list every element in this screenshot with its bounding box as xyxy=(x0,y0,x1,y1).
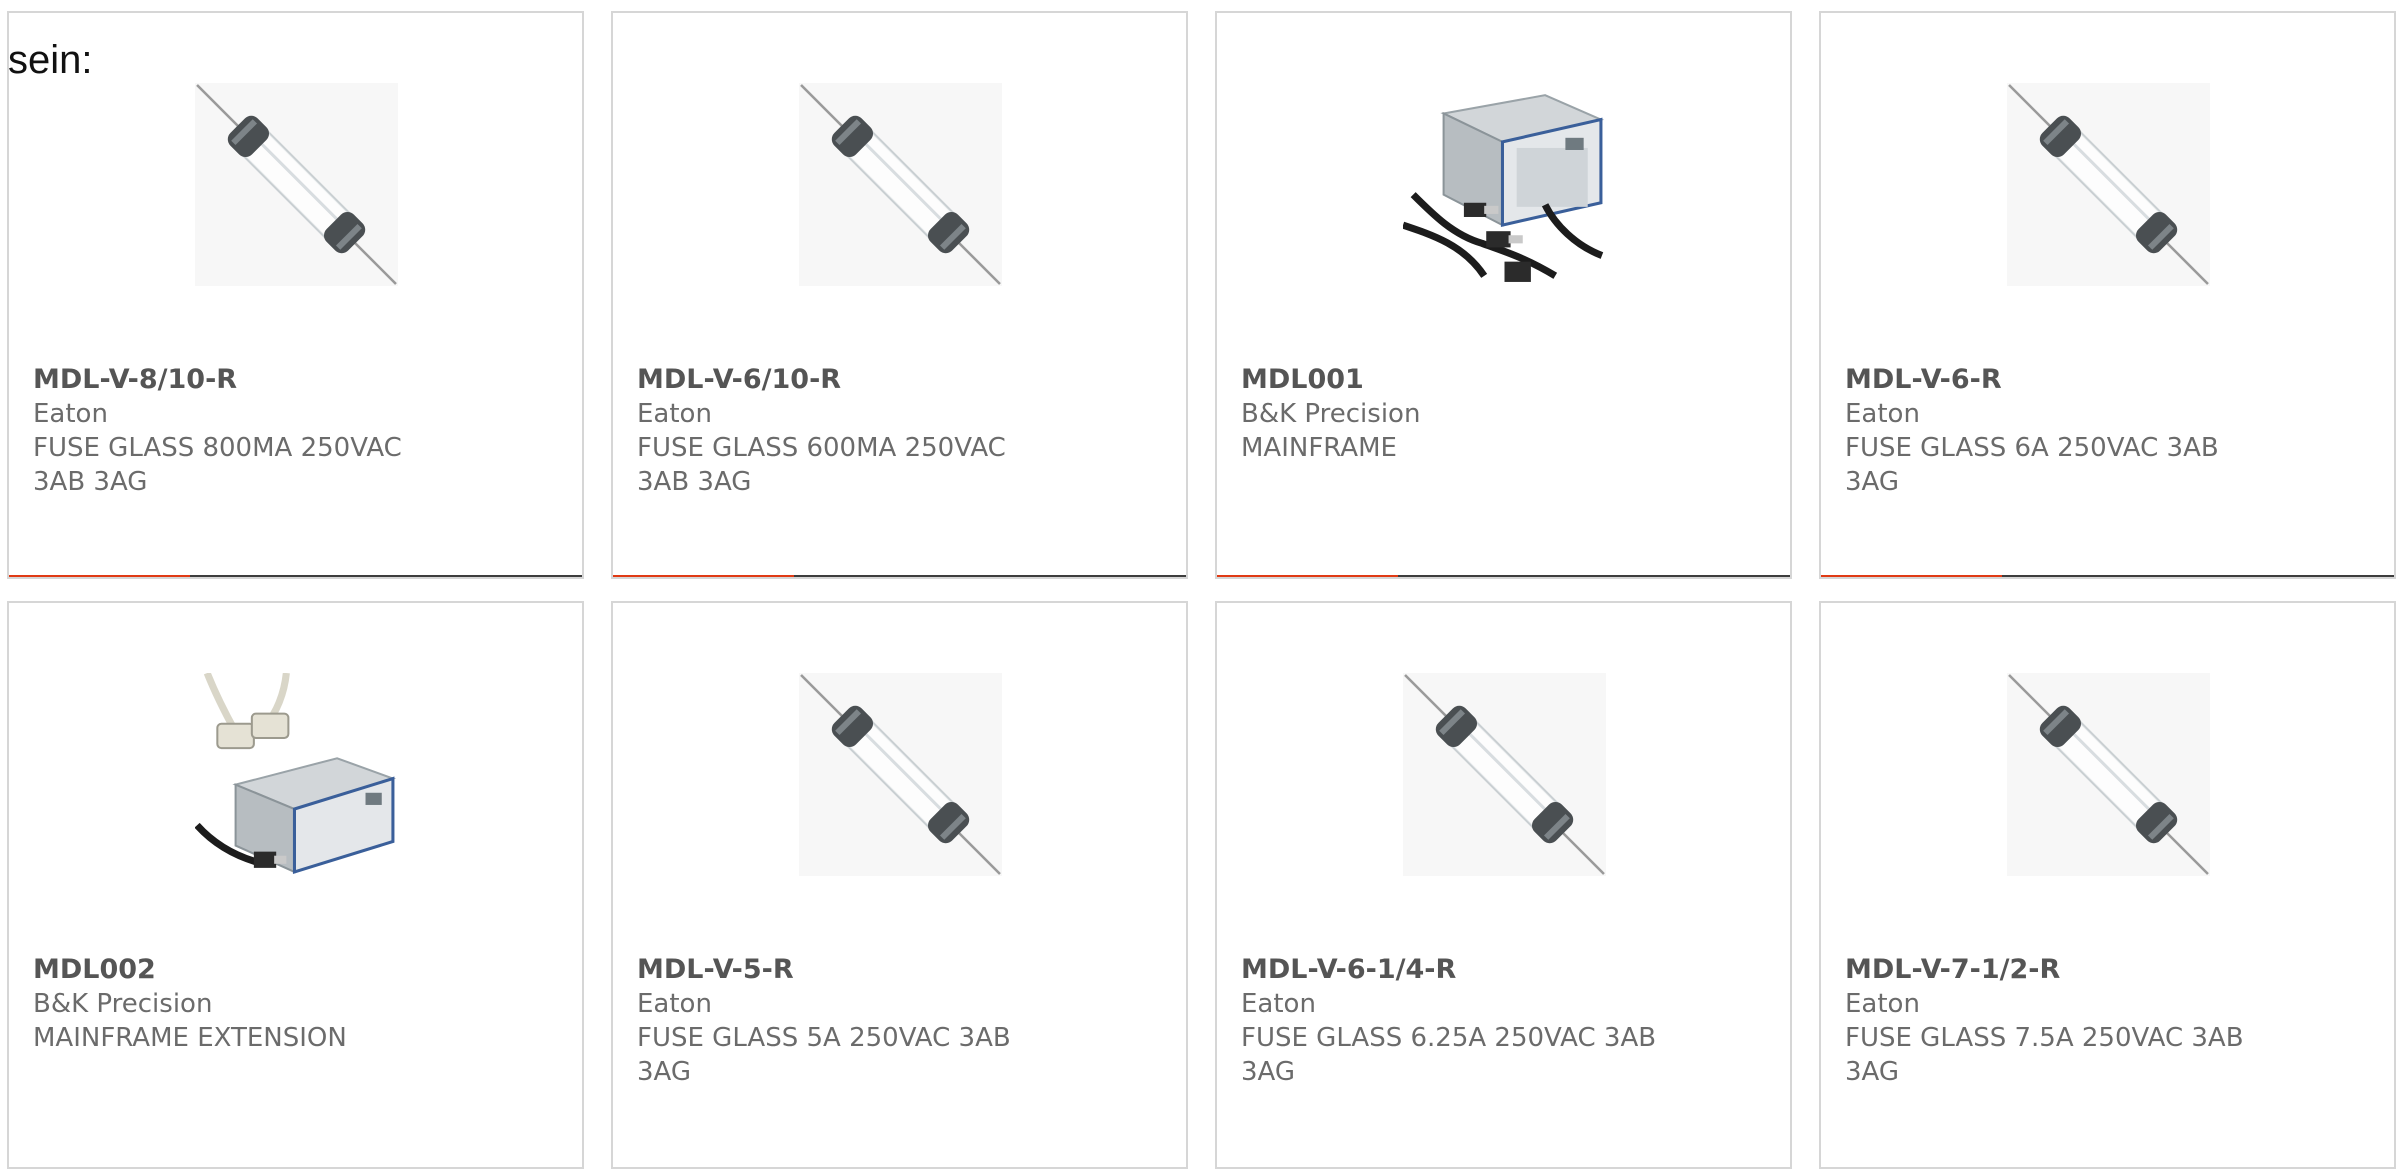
product-info: MDL-V-7-1/2-R Eaton FUSE GLASS 7.5A 250VAC… xyxy=(1845,953,2274,1089)
part-number-link[interactable]: MDL-V-6-1/4-R xyxy=(1241,953,1670,987)
part-number-link[interactable]: MDL-V-6-R xyxy=(1845,363,2274,397)
product-info: MDL-V-6-R Eaton FUSE GLASS 6A 250VAC 3AB 3… xyxy=(1845,363,2274,499)
product-description: MAINFRAME EXTENSION xyxy=(33,1023,347,1053)
part-number-link[interactable]: MDL-V-7-1/2-R xyxy=(1845,953,2274,987)
manufacturer: B&K Precision xyxy=(33,989,213,1019)
glass-fuse-icon[interactable] xyxy=(799,673,1002,876)
manufacturer: Eaton xyxy=(637,989,712,1019)
product-card[interactable]: MDL-V-6/10-R Eaton FUSE GLASS 600MA 250VAC… xyxy=(611,11,1188,579)
glass-fuse-icon[interactable] xyxy=(799,83,1002,286)
product-description: FUSE GLASS 600MA 250VAC 3AB 3AG xyxy=(637,433,1006,497)
intro-text: sein: xyxy=(8,38,93,82)
product-card[interactable]: MDL002 B&K Precision MAINFRAME EXTENSION xyxy=(7,601,584,1169)
mainframe-extension-icon[interactable] xyxy=(195,673,398,876)
product-description: FUSE GLASS 5A 250VAC 3AB 3AG xyxy=(637,1023,1011,1087)
glass-fuse-icon[interactable] xyxy=(2007,673,2210,876)
product-grid: MDL-V-8/10-R Eaton FUSE GLASS 800MA 250VAC… xyxy=(0,0,2400,1169)
product-card[interactable]: MDL-V-8/10-R Eaton FUSE GLASS 800MA 250VAC… xyxy=(7,11,584,579)
card-footer-bar xyxy=(1821,575,2394,577)
card-footer-bar xyxy=(9,575,582,577)
product-info: MDL001 B&K Precision MAINFRAME xyxy=(1241,363,1670,465)
product-info: MDL002 B&K Precision MAINFRAME EXTENSION xyxy=(33,953,462,1055)
product-card[interactable]: MDL-V-5-R Eaton FUSE GLASS 5A 250VAC 3AB 3… xyxy=(611,601,1188,1169)
part-number-link[interactable]: MDL002 xyxy=(33,953,462,987)
card-footer-accent xyxy=(1821,575,2002,577)
part-number-link[interactable]: MDL-V-5-R xyxy=(637,953,1066,987)
mainframe-icon[interactable] xyxy=(1403,83,1606,286)
product-description: FUSE GLASS 7.5A 250VAC 3AB 3AG xyxy=(1845,1023,2244,1087)
product-description: FUSE GLASS 800MA 250VAC 3AB 3AG xyxy=(33,433,402,497)
glass-fuse-icon[interactable] xyxy=(1403,673,1606,876)
card-footer-accent xyxy=(9,575,190,577)
card-footer-bar xyxy=(613,575,1186,577)
product-card[interactable]: MDL-V-7-1/2-R Eaton FUSE GLASS 7.5A 250VAC… xyxy=(1819,601,2396,1169)
manufacturer: Eaton xyxy=(1241,989,1316,1019)
product-info: MDL-V-5-R Eaton FUSE GLASS 5A 250VAC 3AB 3… xyxy=(637,953,1066,1089)
manufacturer: Eaton xyxy=(1845,989,1920,1019)
manufacturer: Eaton xyxy=(33,399,108,429)
part-number-link[interactable]: MDL-V-6/10-R xyxy=(637,363,1066,397)
manufacturer: B&K Precision xyxy=(1241,399,1421,429)
product-description: FUSE GLASS 6A 250VAC 3AB 3AG xyxy=(1845,433,2219,497)
product-description: MAINFRAME xyxy=(1241,433,1397,463)
product-card[interactable]: MDL001 B&K Precision MAINFRAME xyxy=(1215,11,1792,579)
product-card[interactable]: MDL-V-6-1/4-R Eaton FUSE GLASS 6.25A 250VA… xyxy=(1215,601,1792,1169)
manufacturer: Eaton xyxy=(637,399,712,429)
product-card[interactable]: MDL-V-6-R Eaton FUSE GLASS 6A 250VAC 3AB 3… xyxy=(1819,11,2396,579)
manufacturer: Eaton xyxy=(1845,399,1920,429)
glass-fuse-icon[interactable] xyxy=(195,83,398,286)
card-footer-bar xyxy=(1217,575,1790,577)
product-info: MDL-V-6/10-R Eaton FUSE GLASS 600MA 250VAC… xyxy=(637,363,1066,499)
part-number-link[interactable]: MDL001 xyxy=(1241,363,1670,397)
glass-fuse-icon[interactable] xyxy=(2007,83,2210,286)
card-footer-accent xyxy=(1217,575,1398,577)
product-info: MDL-V-8/10-R Eaton FUSE GLASS 800MA 250VAC… xyxy=(33,363,462,499)
product-info: MDL-V-6-1/4-R Eaton FUSE GLASS 6.25A 250VA… xyxy=(1241,953,1670,1089)
part-number-link[interactable]: MDL-V-8/10-R xyxy=(33,363,462,397)
card-footer-accent xyxy=(613,575,794,577)
product-description: FUSE GLASS 6.25A 250VAC 3AB 3AG xyxy=(1241,1023,1657,1087)
